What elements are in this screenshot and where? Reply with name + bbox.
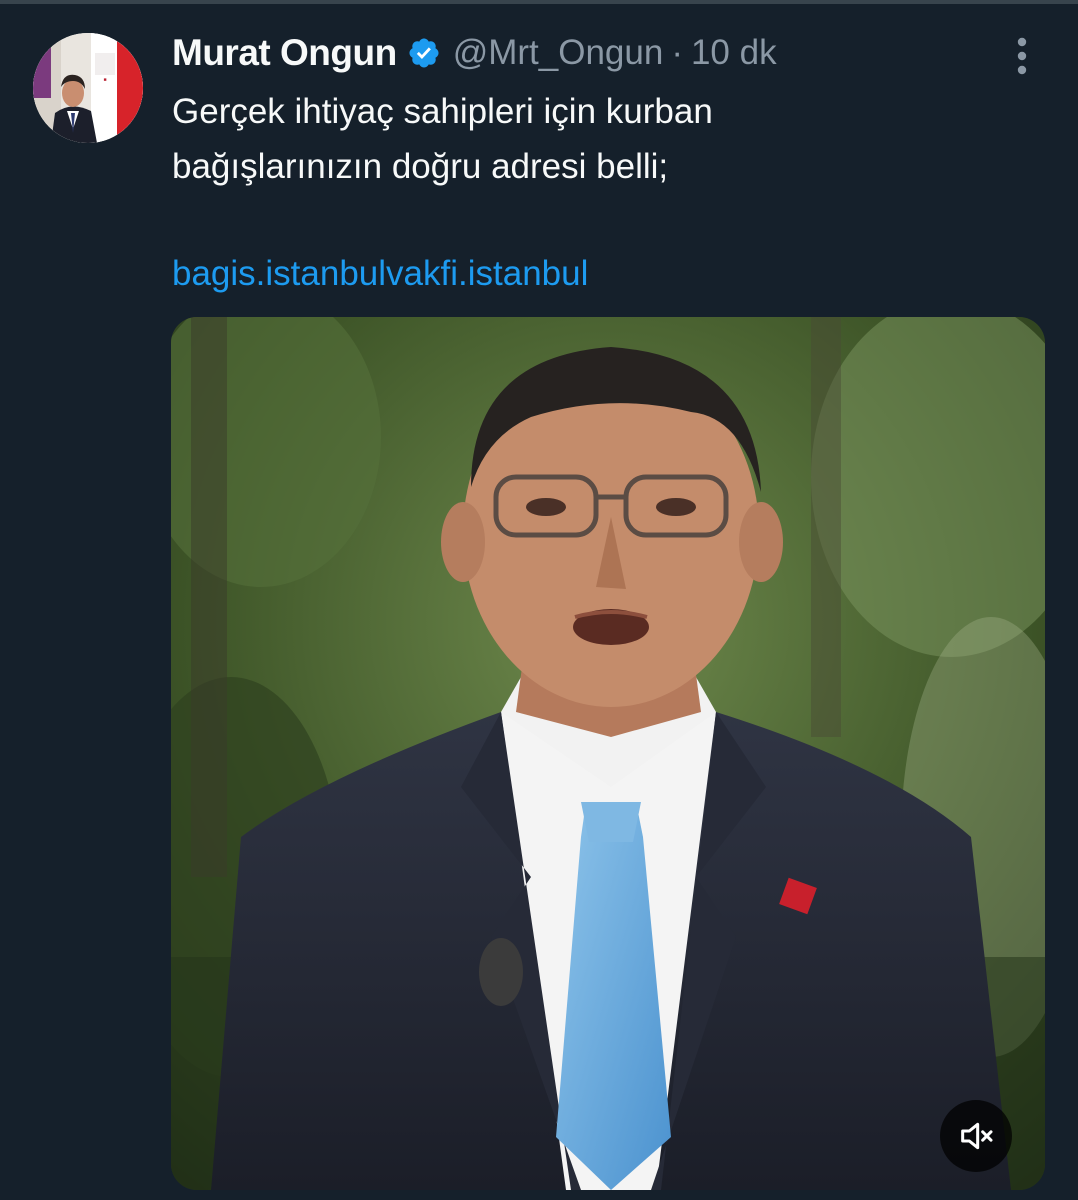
svg-text:■: ■ [103, 77, 106, 83]
tweet-text-line: bağışlarınızın doğru adresi belli; [172, 147, 669, 186]
volume-muted-icon [961, 1122, 993, 1150]
mute-toggle-button[interactable] [940, 1100, 1012, 1172]
tweet-page: ■ Murat Ongun @Mrt_Ongun · 10 dk Gerçek … [0, 0, 1078, 1200]
tweet-video[interactable] [171, 317, 1045, 1190]
video-frame-image [171, 317, 1045, 1190]
tweet-header: Murat Ongun @Mrt_Ongun · 10 dk [172, 28, 777, 78]
avatar[interactable]: ■ [33, 33, 143, 143]
header-separator: · [671, 33, 683, 72]
verified-badge-icon [407, 36, 441, 70]
tweet-timestamp[interactable]: 10 dk [691, 33, 777, 73]
author-display-name[interactable]: Murat Ongun [172, 32, 397, 74]
author-handle[interactable]: @Mrt_Ongun [453, 33, 664, 73]
more-options-button[interactable] [1000, 34, 1044, 78]
avatar-photo: ■ [33, 33, 143, 143]
tweet-link[interactable]: bagis.istanbulvakfi.istanbul [172, 246, 588, 301]
more-vertical-icon [1017, 37, 1027, 75]
tweet-text: Gerçek ihtiyaç sahipleri için kurban bağ… [172, 84, 1032, 194]
tweet-text-line: Gerçek ihtiyaç sahipleri için kurban [172, 92, 713, 131]
top-divider [0, 0, 1078, 4]
